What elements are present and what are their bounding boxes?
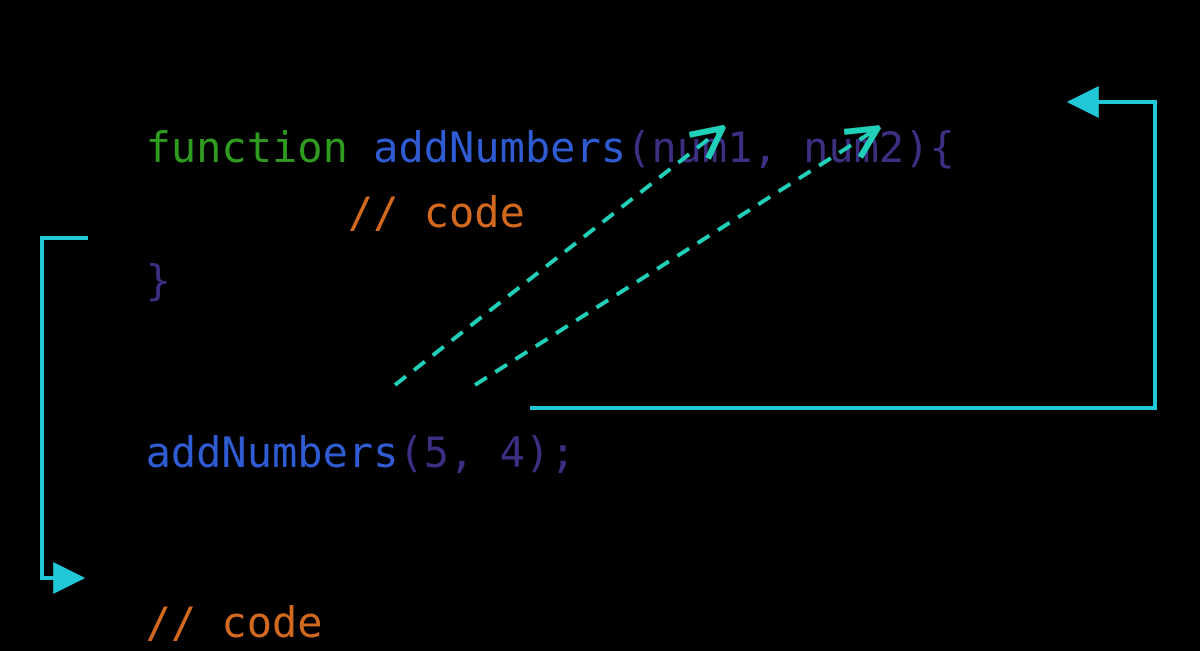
code-line-5: addNumbers(5, 4); <box>95 390 576 474</box>
token-param-1: num1 <box>651 123 752 172</box>
token-close-brace: } <box>146 256 171 305</box>
token-semi: ; <box>550 428 575 477</box>
token-comment-2: // code <box>146 598 323 647</box>
token-close-paren: ) <box>904 123 929 172</box>
token-arg-2: 4 <box>500 428 525 477</box>
token-open-paren: ( <box>626 123 651 172</box>
token-arg-1: 5 <box>424 428 449 477</box>
code-line-7: // code <box>95 560 323 644</box>
token-open-brace: { <box>930 123 955 172</box>
token-comma-1: , <box>752 123 803 172</box>
token-comment-1: // code <box>348 188 525 237</box>
token-comma-2: , <box>449 428 500 477</box>
arrow-return-to-code <box>42 238 88 578</box>
token-call-open: ( <box>398 428 423 477</box>
code-line-3: } <box>95 218 171 302</box>
token-param-2: num2 <box>803 123 904 172</box>
token-indent <box>146 188 348 237</box>
token-call-close: ) <box>525 428 550 477</box>
token-call-name: addNumbers <box>146 428 399 477</box>
